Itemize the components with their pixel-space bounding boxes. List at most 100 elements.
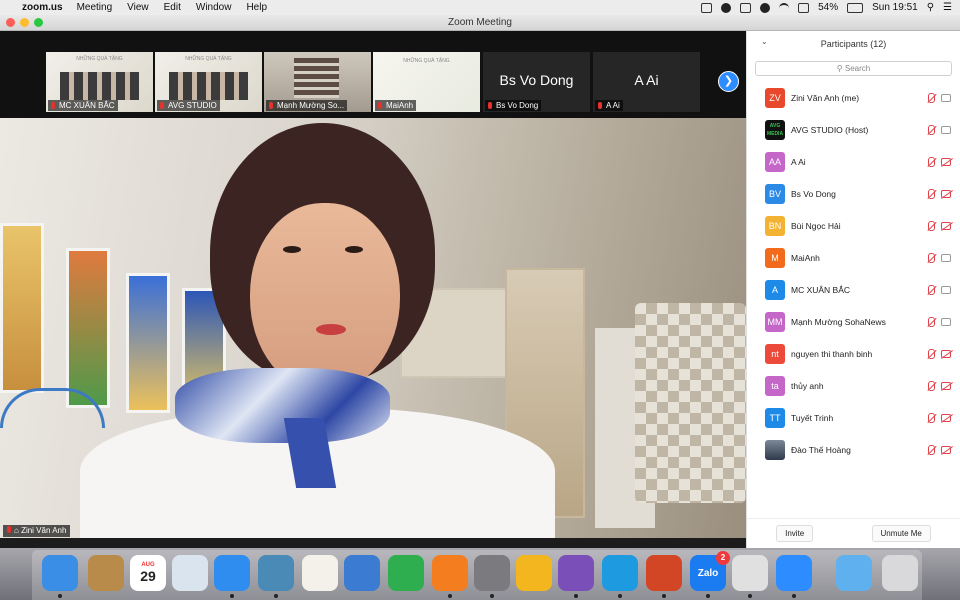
zoom-icon[interactable] xyxy=(776,555,812,598)
minimize-window-button[interactable] xyxy=(20,18,29,27)
participant-row[interactable]: TT Tuyết Trinh xyxy=(747,402,960,434)
menu-view[interactable]: View xyxy=(127,2,149,13)
participant-row[interactable]: Đào Thế Hoàng xyxy=(747,434,960,466)
muted-mic-icon xyxy=(928,381,935,391)
photos-icon[interactable] xyxy=(258,555,294,598)
timemachine-icon[interactable] xyxy=(760,2,771,13)
battery-icon[interactable] xyxy=(847,2,864,13)
c-app-icon[interactable] xyxy=(602,555,638,598)
participant-avatar: ZV xyxy=(765,88,785,108)
muted-mic-icon xyxy=(160,102,164,109)
participant-row[interactable]: BV Bs Vo Dong xyxy=(747,178,960,210)
thumbnail-maianh[interactable]: NHỮNG QUÀ TẶNG MaiAnh xyxy=(373,52,480,112)
camera-icon xyxy=(941,286,951,294)
unmute-me-button[interactable]: Unmute Me xyxy=(871,525,931,542)
menu-window[interactable]: Window xyxy=(196,2,232,13)
participant-row[interactable]: M MaiAnh xyxy=(747,242,960,274)
thumbnail-big-name: Bs Vo Dong xyxy=(499,72,574,88)
participant-row[interactable]: BN Bùi Ngọc Hải xyxy=(747,210,960,242)
muted-mic-icon xyxy=(7,526,11,533)
muted-mic-icon xyxy=(928,125,935,135)
wifi-icon[interactable] xyxy=(779,2,790,13)
calendar-icon[interactable]: AUG 29 xyxy=(130,555,166,591)
thumbnail-avg-studio[interactable]: NHỮNG QUÀ TẶNG AVG STUDIO xyxy=(155,52,262,112)
numbers-icon[interactable] xyxy=(388,555,424,591)
participant-row[interactable]: nt nguyen thi thanh binh xyxy=(747,338,960,370)
muted-mic-icon xyxy=(928,157,935,167)
muted-mic-icon xyxy=(928,349,935,359)
zoom-tray-icon[interactable] xyxy=(701,2,713,13)
thumbnail-a-ai[interactable]: A Ai A Ai xyxy=(593,52,700,112)
running-indicator xyxy=(748,594,752,598)
powerpoint-icon[interactable] xyxy=(646,555,682,598)
participant-avatar: MM xyxy=(765,312,785,332)
airplay-icon[interactable] xyxy=(740,2,752,13)
applications-folder-icon[interactable] xyxy=(836,555,872,591)
running-indicator xyxy=(448,594,452,598)
muted-mic-icon xyxy=(928,189,935,199)
participant-row[interactable]: A MC XUÂN BẮC xyxy=(747,274,960,306)
viber-icon[interactable] xyxy=(558,555,594,598)
participant-avatar: AVG MEDIA xyxy=(765,120,785,140)
participant-search-input[interactable]: ⚲ Search xyxy=(755,61,952,76)
active-speaker-video[interactable]: ⌂ Zini Văn Anh xyxy=(0,118,746,538)
vietnamese-input-icon[interactable] xyxy=(798,2,810,13)
close-window-button[interactable] xyxy=(6,18,15,27)
app-menu[interactable]: zoom.us xyxy=(22,2,63,13)
clock[interactable]: Sun 19:51 xyxy=(872,2,918,13)
participant-row[interactable]: MM Mạnh Mường SohaNews xyxy=(747,306,960,338)
outline-icon[interactable] xyxy=(516,555,552,591)
participant-name: MaiAnh xyxy=(791,253,820,263)
scarf xyxy=(175,368,390,443)
participant-row[interactable]: AA A Ai xyxy=(747,146,960,178)
participant-avatar: ta xyxy=(765,376,785,396)
fullscreen-window-button[interactable] xyxy=(34,18,43,27)
menu-help[interactable]: Help xyxy=(246,2,267,13)
muted-mic-icon xyxy=(928,317,935,327)
speaker-face xyxy=(250,203,400,393)
participant-row[interactable]: ZV Zini Văn Anh (me) xyxy=(747,82,960,114)
finder-icon[interactable] xyxy=(42,555,78,598)
participants-title: Participants (12) xyxy=(820,38,887,49)
battery-percent[interactable]: 54% xyxy=(818,2,838,13)
zalo-icon[interactable]: Zalo 2 xyxy=(690,551,730,598)
menu-meeting[interactable]: Meeting xyxy=(77,2,113,13)
keynote-icon[interactable] xyxy=(344,555,380,591)
participant-row[interactable]: ta thủy anh xyxy=(747,370,960,402)
running-indicator xyxy=(274,594,278,598)
window-title: Zoom Meeting xyxy=(448,17,512,28)
participants-footer: Invite Unmute Me xyxy=(747,518,960,548)
speaker-name-tag: ⌂ Zini Văn Anh xyxy=(3,525,71,537)
notification-center-icon[interactable]: ☰ xyxy=(943,2,952,13)
collapse-chevron-down-icon[interactable]: ⌄ xyxy=(761,37,768,46)
system-preferences-icon[interactable] xyxy=(474,555,510,598)
calendar-day: 29 xyxy=(140,568,156,584)
thumbnail-bs-vo-dong[interactable]: Bs Vo Dong Bs Vo Dong xyxy=(483,52,590,112)
viber-tray-icon[interactable] xyxy=(721,2,732,13)
camera-off-icon xyxy=(941,222,951,230)
spotlight-icon[interactable]: ⚲ xyxy=(927,2,934,13)
muted-mic-icon xyxy=(928,445,935,455)
thumbnail-mc-xuan-bac[interactable]: NHỮNG QUÀ TẶNG MC XUÂN BẮC xyxy=(46,52,153,112)
poster-title: NHỮNG QUÀ TẶNG xyxy=(403,58,450,64)
participant-avatar: BN xyxy=(765,216,785,236)
participants-header: ⌄ Participants (12) xyxy=(747,31,960,56)
books-icon[interactable] xyxy=(432,555,468,598)
trash-icon[interactable] xyxy=(882,555,918,591)
running-indicator xyxy=(662,594,666,598)
dock: AUG 29 Zalo 2 xyxy=(0,548,960,600)
thumbnail-manh-muong[interactable]: Mạnh Mường So... xyxy=(264,52,371,112)
menu-edit[interactable]: Edit xyxy=(164,2,181,13)
contacts-icon[interactable] xyxy=(88,555,124,591)
textedit-icon[interactable] xyxy=(302,555,338,591)
participant-avatar: nt xyxy=(765,344,785,364)
preview-icon[interactable] xyxy=(172,555,208,591)
chrome-icon[interactable] xyxy=(732,555,768,598)
running-indicator xyxy=(230,594,234,598)
participant-avatar xyxy=(765,440,785,460)
safari-icon[interactable] xyxy=(214,555,250,598)
participant-row[interactable]: AVG MEDIA AVG STUDIO (Host) xyxy=(747,114,960,146)
invite-button[interactable]: Invite xyxy=(776,525,814,542)
next-page-chevron-icon[interactable]: ❯ xyxy=(718,71,739,92)
camera-off-icon xyxy=(941,446,951,454)
